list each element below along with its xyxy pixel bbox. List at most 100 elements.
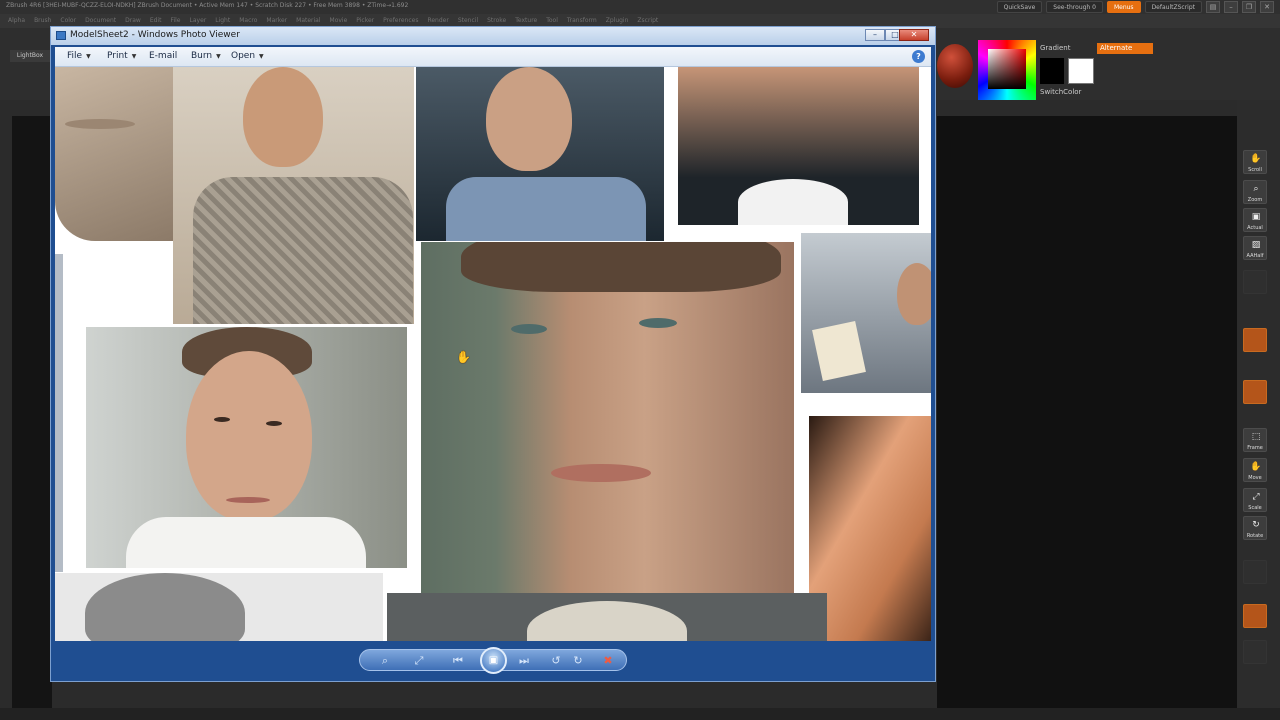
tray-aahalf-button[interactable]: ▨ AAHalf [1243,236,1267,260]
quicksave-button[interactable]: QuickSave [996,1,1043,13]
slideshow-button[interactable]: ▣ [480,647,507,674]
right-eye [266,421,282,426]
zbrush-menu-file[interactable]: File [170,17,180,24]
zbrush-menu-transform[interactable]: Transform [567,17,597,24]
rotate-clockwise-icon[interactable]: ↻ [570,653,586,668]
sculpt-mouth [65,119,135,129]
minimize-icon[interactable]: – [1224,1,1238,13]
chevron-down-icon: ▼ [259,53,264,60]
rotate-counterclockwise-icon[interactable]: ↺ [548,653,564,668]
zbrush-menu-texture[interactable]: Texture [515,17,537,24]
tray-scale-button[interactable]: ⤢ Scale [1243,488,1267,512]
photo-viewer-title-bar[interactable]: ModelSheet2 - Windows Photo Viewer – □ ✕ [51,27,935,45]
zbrush-menu-light[interactable]: Light [215,17,230,24]
menu-print-label: Print [107,51,128,61]
aahalf-icon: ▨ [1251,240,1261,250]
default-zscript-button[interactable]: DefaultZScript [1144,1,1202,13]
next-icon[interactable]: ⏭ [512,653,536,668]
zbrush-menu-edit[interactable]: Edit [150,17,162,24]
tray-slot[interactable] [1243,380,1267,404]
previous-icon[interactable]: ⏮ [446,653,470,668]
zbrush-menu-render[interactable]: Render [427,17,448,24]
zbrush-menu-tool[interactable]: Tool [546,17,558,24]
zoom-icon[interactable]: ⌕ [374,653,396,668]
tattoo-torso-photo [173,67,414,324]
sculpt-head-photo-1 [55,573,383,641]
material-sphere-icon[interactable] [937,44,973,88]
menu-open[interactable]: Open ▼ [231,51,264,61]
close-button[interactable]: ✕ [899,29,929,41]
tray-slot[interactable] [1243,560,1267,584]
zbrush-menu-macro[interactable]: Macro [239,17,257,24]
minimize-button[interactable]: – [865,29,885,41]
sculpt-head [527,601,687,641]
tray-rotate-button[interactable]: ↻ Rotate [1243,516,1267,540]
zbrush-top-right-controls: QuickSave See-through 0 Menus DefaultZSc… [996,0,1280,14]
tray-slot[interactable] [1243,604,1267,628]
white-tshirt [738,179,848,225]
zbrush-menu-zplugin[interactable]: Zplugin [606,17,629,24]
close-icon[interactable]: ✕ [1260,1,1274,13]
tray-slot[interactable] [1243,270,1267,294]
menu-file-label: File [67,51,83,61]
menu-print[interactable]: Print ▼ [107,51,136,61]
layout-icon[interactable]: ▤ [1206,1,1220,13]
tray-actual-button[interactable]: ▣ Actual [1243,208,1267,232]
tray-zoom-button[interactable]: ⌕ Zoom [1243,180,1267,204]
zbrush-menu-color[interactable]: Color [60,17,76,24]
tray-frame-button[interactable]: ⬚ Frame [1243,428,1267,452]
left-tray [12,116,52,716]
zbrush-menu-movie[interactable]: Movie [330,17,348,24]
actual-size-icon[interactable]: ⤢ [410,653,428,668]
zbrush-menu-stroke[interactable]: Stroke [487,17,506,24]
main-color-swatch[interactable] [1040,58,1064,84]
zbrush-menu-material[interactable]: Material [296,17,320,24]
tray-slot[interactable] [1243,328,1267,352]
mouth [226,497,270,503]
mouth [551,464,651,482]
model-sheet-image[interactable] [55,67,931,641]
chevron-down-icon: ▼ [86,53,91,60]
switch-color-button[interactable]: SwitchColor [1040,88,1081,96]
color-picker-square[interactable] [988,49,1026,89]
menus-button[interactable]: Menus [1106,1,1141,13]
restore-icon[interactable]: ❐ [1242,1,1256,13]
tray-actual-label: Actual [1247,225,1263,231]
menu-burn-label: Burn [191,51,213,61]
help-icon[interactable]: ? [912,50,925,63]
zbrush-menu-draw[interactable]: Draw [125,17,141,24]
tray-aahalf-label: AAHalf [1246,253,1264,259]
zbrush-menu-picker[interactable]: Picker [356,17,374,24]
tray-move-button[interactable]: ✋ Move [1243,458,1267,482]
menu-email[interactable]: E-mail [149,51,177,61]
zbrush-menu-layer[interactable]: Layer [190,17,207,24]
left-eye [511,324,547,334]
chevron-down-icon: ▼ [216,53,221,60]
document-canvas[interactable] [937,116,1237,716]
menu-burn[interactable]: Burn ▼ [191,51,221,61]
zbrush-menu-zscript[interactable]: Zscript [637,17,658,24]
secondary-color-swatch[interactable] [1068,58,1094,84]
see-through-slider[interactable]: See-through 0 [1046,1,1103,13]
hair [461,242,781,292]
photo-viewer-window: ModelSheet2 - Windows Photo Viewer – □ ✕… [50,26,936,682]
zbrush-menu-brush[interactable]: Brush [34,17,51,24]
tray-scroll-button[interactable]: ✋ Scroll [1243,150,1267,174]
face [186,351,312,521]
zbrush-menu-alpha[interactable]: Alpha [8,17,25,24]
gradient-label[interactable]: Gradient [1040,44,1070,52]
tray-scale-label: Scale [1248,505,1262,511]
lightbox-button[interactable]: LightBox [10,50,50,62]
alternate-button[interactable]: Alternate [1097,43,1153,54]
zbrush-menu-marker[interactable]: Marker [266,17,287,24]
zbrush-menu-stencil[interactable]: Stencil [458,17,478,24]
tray-slot[interactable] [1243,640,1267,664]
color-picker[interactable] [978,40,1036,100]
delete-icon[interactable]: ✖ [600,653,616,668]
rotate-icon: ↻ [1252,520,1260,530]
zbrush-menu-document[interactable]: Document [85,17,116,24]
menu-file[interactable]: File ▼ [67,51,91,61]
zbrush-menu-preferences[interactable]: Preferences [383,17,418,24]
tray-move-label: Move [1248,475,1262,481]
hand-cursor-icon: ✋ [456,350,471,364]
